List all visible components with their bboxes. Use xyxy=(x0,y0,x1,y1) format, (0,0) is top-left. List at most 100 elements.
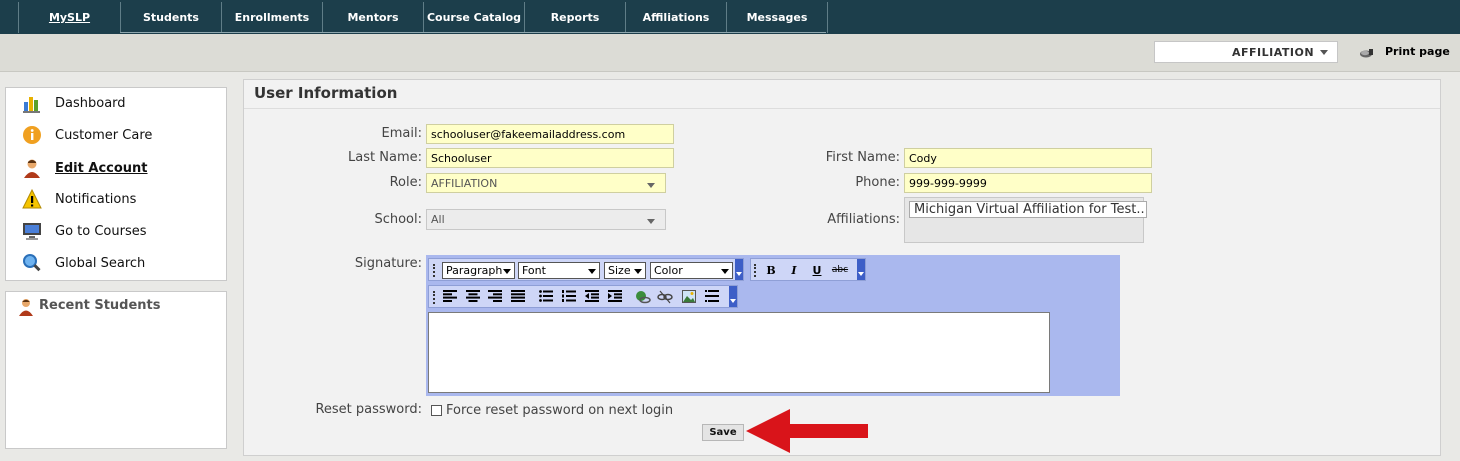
affiliation-select[interactable]: AFFILIATION xyxy=(1154,41,1338,63)
toolbar-expand-icon[interactable] xyxy=(729,286,737,307)
font-select-value: Font xyxy=(522,264,546,277)
recent-students-title: Recent Students xyxy=(39,298,161,313)
editor-toolbar-format: Paragraph Font Size Color xyxy=(428,258,744,281)
align-center-icon[interactable] xyxy=(465,290,481,305)
bold-button[interactable]: B xyxy=(763,263,779,278)
info-icon xyxy=(22,125,42,145)
warning-icon xyxy=(22,188,42,209)
sidebar-menu: Dashboard Customer Care Edit Account Not… xyxy=(5,87,227,281)
paragraph-select-value: Paragraph xyxy=(446,264,503,277)
email-field[interactable]: schooluser@fakeemailaddress.com xyxy=(426,124,674,144)
search-icon xyxy=(22,253,42,273)
recent-students-panel: Recent Students xyxy=(5,291,227,449)
bullet-list-icon[interactable] xyxy=(538,290,554,305)
sidebar-item-label: Go to Courses xyxy=(55,223,147,239)
top-navigation: MySLP Students Enrollments Mentors Cours… xyxy=(0,0,1460,34)
sidebar-item-label: Global Search xyxy=(55,255,146,271)
monitor-icon xyxy=(22,221,42,241)
strikethrough-button[interactable]: abc xyxy=(830,263,850,278)
force-reset-label: Force reset password on next login xyxy=(446,403,674,418)
role-label: Role: xyxy=(389,175,422,190)
tab-students[interactable]: Students xyxy=(120,2,221,33)
school-select[interactable]: All xyxy=(426,209,666,230)
chevron-down-icon xyxy=(503,269,511,274)
color-select[interactable]: Color xyxy=(650,262,733,279)
align-right-icon[interactable] xyxy=(487,290,503,305)
print-icon xyxy=(1360,49,1373,58)
user-icon xyxy=(22,158,42,178)
editor-toolbar-style: B I U abc xyxy=(750,258,866,281)
signature-label: Signature: xyxy=(354,256,422,271)
tab-affiliations[interactable]: Affiliations xyxy=(625,2,726,33)
first-name-field[interactable]: Cody xyxy=(904,148,1152,168)
toolbar-grip[interactable] xyxy=(433,264,437,277)
italic-button[interactable]: I xyxy=(786,263,802,278)
affiliation-select-value: AFFILIATION xyxy=(1232,46,1315,59)
tab-mentors[interactable]: Mentors xyxy=(322,2,423,33)
affiliation-option[interactable]: Michigan Virtual Affiliation for Test... xyxy=(909,201,1147,218)
last-name-field[interactable]: Schooluser xyxy=(426,148,674,168)
force-reset-checkbox[interactable] xyxy=(431,405,442,416)
sidebar-item-label: Customer Care xyxy=(55,127,153,143)
sidebar-item-label: Edit Account xyxy=(55,160,148,176)
paragraph-select[interactable]: Paragraph xyxy=(442,262,515,279)
tab-messages[interactable]: Messages xyxy=(726,2,828,33)
editor-toolbar-paragraph xyxy=(428,285,738,308)
unlink-icon[interactable] xyxy=(657,290,673,305)
sidebar-item-customer-care[interactable]: Customer Care xyxy=(22,124,152,146)
font-select[interactable]: Font xyxy=(518,262,600,279)
toolbar-expand-icon[interactable] xyxy=(857,259,865,280)
affiliations-multiselect[interactable]: Michigan Virtual Affiliation for Test... xyxy=(904,197,1147,243)
underline-button[interactable]: U xyxy=(809,263,825,278)
tab-reports[interactable]: Reports xyxy=(524,2,625,33)
last-name-label: Last Name: xyxy=(348,150,422,165)
sidebar-item-global-search[interactable]: Global Search xyxy=(22,252,145,274)
sidebar-item-dashboard[interactable]: Dashboard xyxy=(22,92,126,114)
save-button[interactable]: Save xyxy=(702,424,744,441)
nav-divider xyxy=(120,32,826,33)
tab-enrollments[interactable]: Enrollments xyxy=(221,2,322,33)
chevron-down-icon xyxy=(634,269,642,274)
first-name-label: First Name: xyxy=(825,150,900,165)
tab-course-catalog[interactable]: Course Catalog xyxy=(423,2,524,33)
horizontal-rule-icon[interactable] xyxy=(704,290,720,305)
sidebar-item-label: Dashboard xyxy=(55,95,126,111)
email-label: Email: xyxy=(381,126,422,141)
align-justify-icon[interactable] xyxy=(510,290,526,305)
toolbar-grip[interactable] xyxy=(433,291,437,304)
school-select-value: All xyxy=(431,213,445,226)
sidebar-item-notifications[interactable]: Notifications xyxy=(22,188,136,210)
role-select[interactable]: AFFILIATION xyxy=(426,173,666,193)
reset-password-label: Reset password: xyxy=(315,402,422,417)
numbered-list-icon[interactable] xyxy=(561,290,577,305)
align-left-icon[interactable] xyxy=(442,290,458,305)
chevron-down-icon xyxy=(588,269,596,274)
phone-field[interactable]: 999-999-9999 xyxy=(904,173,1152,193)
toolbar-expand-icon[interactable] xyxy=(735,259,743,280)
print-page-label: Print page xyxy=(1385,45,1450,58)
size-select[interactable]: Size xyxy=(604,262,646,279)
link-icon[interactable] xyxy=(635,290,651,305)
indent-icon[interactable] xyxy=(607,290,623,305)
red-arrow-icon xyxy=(746,409,868,453)
page-title: User Information xyxy=(254,84,398,102)
role-select-value: AFFILIATION xyxy=(431,177,498,190)
tab-myslp[interactable]: MySLP xyxy=(18,2,120,33)
size-select-value: Size xyxy=(608,264,631,277)
signature-textarea[interactable] xyxy=(428,312,1050,393)
outdent-icon[interactable] xyxy=(584,290,600,305)
sidebar-item-edit-account[interactable]: Edit Account xyxy=(22,157,148,179)
chevron-down-icon xyxy=(647,183,655,188)
chevron-down-icon xyxy=(1320,50,1328,55)
toolbar-grip[interactable] xyxy=(754,264,758,277)
phone-label: Phone: xyxy=(855,175,900,190)
school-label: School: xyxy=(374,212,422,227)
affiliations-label: Affiliations: xyxy=(827,212,900,227)
title-divider xyxy=(244,108,1440,109)
sidebar-item-go-to-courses[interactable]: Go to Courses xyxy=(22,220,147,242)
color-select-value: Color xyxy=(654,264,683,277)
image-icon[interactable] xyxy=(681,290,697,305)
chevron-down-icon xyxy=(721,269,729,274)
chevron-down-icon xyxy=(647,219,655,224)
chart-icon xyxy=(22,93,42,113)
